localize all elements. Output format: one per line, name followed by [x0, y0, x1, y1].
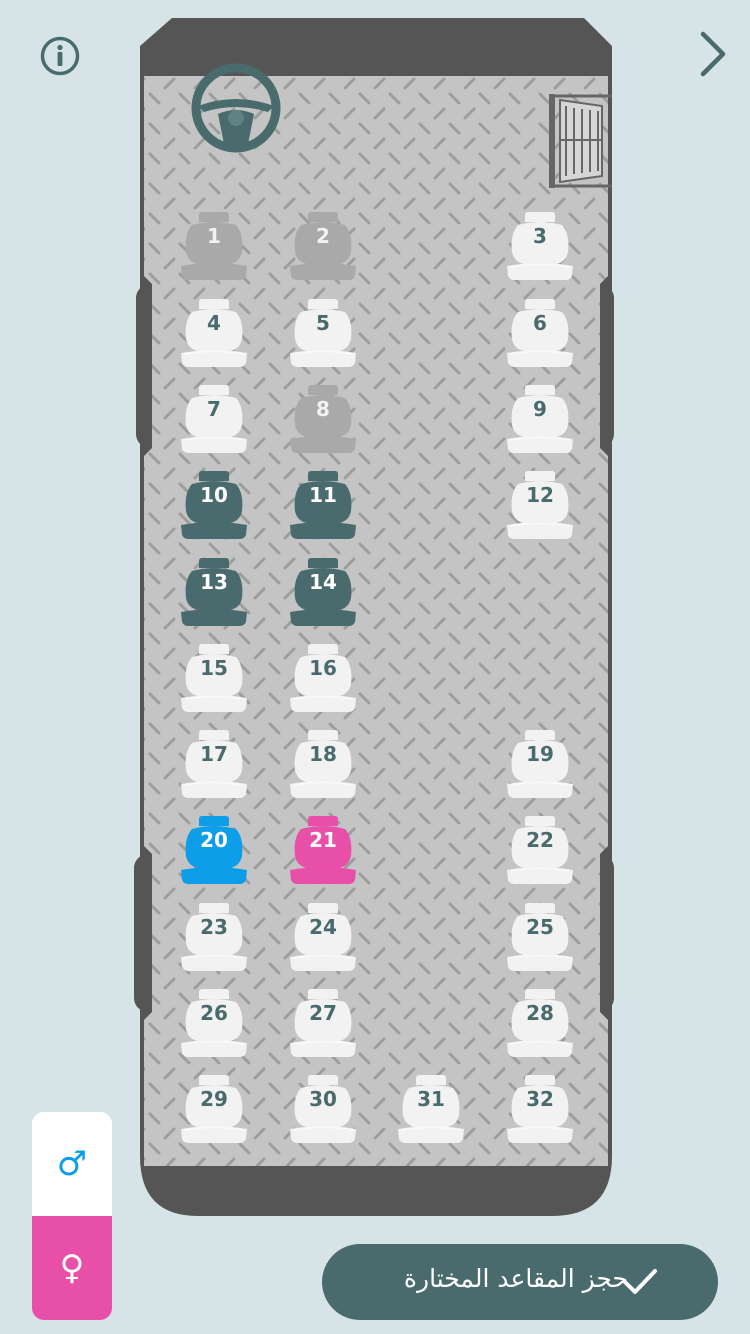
- seat-21[interactable]: 21: [289, 814, 357, 886]
- seat-18[interactable]: 18: [289, 728, 357, 800]
- seat-number: 8: [316, 397, 330, 421]
- check-icon: [623, 1269, 657, 1294]
- book-selected-seats-button[interactable]: حجز المقاعد المختارة: [322, 1244, 718, 1320]
- seat-32[interactable]: 32: [506, 1073, 574, 1145]
- chevron-right-icon: [700, 31, 726, 77]
- seat-number: 16: [309, 656, 337, 680]
- seat-22[interactable]: 22: [506, 814, 574, 886]
- next-button[interactable]: [694, 30, 734, 78]
- seat-number: 24: [309, 915, 337, 939]
- seat-8[interactable]: 8: [289, 383, 357, 455]
- seat-16[interactable]: 16: [289, 642, 357, 714]
- seat-number: 17: [200, 742, 228, 766]
- seat-4[interactable]: 4: [180, 297, 248, 369]
- seat-number: 2: [316, 224, 330, 248]
- seat-number: 5: [316, 311, 330, 335]
- seat-number: 21: [309, 828, 337, 852]
- gender-selector: ♂ ♀: [32, 1112, 112, 1320]
- seat-number: 4: [207, 311, 221, 335]
- seat-27[interactable]: 27: [289, 987, 357, 1059]
- seat-number: 26: [200, 1001, 228, 1025]
- seat-13[interactable]: 13: [180, 556, 248, 628]
- seat-number: 32: [526, 1087, 554, 1111]
- seat-23[interactable]: 23: [180, 901, 248, 973]
- seat-26[interactable]: 26: [180, 987, 248, 1059]
- seat-number: 18: [309, 742, 337, 766]
- seat-2[interactable]: 2: [289, 210, 357, 282]
- book-button-label: حجز المقاعد المختارة: [403, 1264, 628, 1293]
- seat-28[interactable]: 28: [506, 987, 574, 1059]
- seat-number: 23: [200, 915, 228, 939]
- seat-29[interactable]: 29: [180, 1073, 248, 1145]
- info-icon: [40, 36, 80, 76]
- male-option-button[interactable]: ♂: [32, 1112, 112, 1216]
- seat-number: 14: [309, 570, 337, 594]
- steering-wheel-icon: [191, 63, 281, 153]
- seat-11[interactable]: 11: [289, 469, 357, 541]
- seat-number: 6: [533, 311, 547, 335]
- seat-number: 25: [526, 915, 554, 939]
- seat-31[interactable]: 31: [397, 1073, 465, 1145]
- seat-number: 20: [200, 828, 228, 852]
- seat-number: 11: [309, 483, 337, 507]
- info-button[interactable]: [40, 36, 80, 76]
- seat-number: 31: [417, 1087, 445, 1111]
- seat-number: 3: [533, 224, 547, 248]
- bus-seat-map: 1 2 3 4 5 6 7 8 9 10 11 12 13 14 15 16 17 18 19 20 21 22 23 24 2…: [132, 16, 618, 1220]
- seat-24[interactable]: 24: [289, 901, 357, 973]
- seat-number: 28: [526, 1001, 554, 1025]
- seat-17[interactable]: 17: [180, 728, 248, 800]
- seat-9[interactable]: 9: [506, 383, 574, 455]
- female-icon: ♀: [59, 1248, 85, 1288]
- seat-number: 12: [526, 483, 554, 507]
- seat-12[interactable]: 12: [506, 469, 574, 541]
- seat-number: 22: [526, 828, 554, 852]
- seat-number: 19: [526, 742, 554, 766]
- male-icon: ♂: [56, 1144, 88, 1184]
- seat-number: 7: [207, 397, 221, 421]
- door-stairs-icon: [549, 94, 612, 188]
- seat-20[interactable]: 20: [180, 814, 248, 886]
- seat-14[interactable]: 14: [289, 556, 357, 628]
- seat-number: 29: [200, 1087, 228, 1111]
- seat-30[interactable]: 30: [289, 1073, 357, 1145]
- seat-number: 27: [309, 1001, 337, 1025]
- seat-3[interactable]: 3: [506, 210, 574, 282]
- seat-19[interactable]: 19: [506, 728, 574, 800]
- seat-number: 10: [200, 483, 228, 507]
- seat-number: 13: [200, 570, 228, 594]
- female-option-button[interactable]: ♀: [32, 1216, 112, 1320]
- seat-5[interactable]: 5: [289, 297, 357, 369]
- seat-1[interactable]: 1: [180, 210, 248, 282]
- seat-number: 30: [309, 1087, 337, 1111]
- seat-6[interactable]: 6: [506, 297, 574, 369]
- seat-number: 1: [207, 224, 221, 248]
- seat-10[interactable]: 10: [180, 469, 248, 541]
- seat-15[interactable]: 15: [180, 642, 248, 714]
- seat-7[interactable]: 7: [180, 383, 248, 455]
- seat-number: 9: [533, 397, 547, 421]
- seat-number: 15: [200, 656, 228, 680]
- seat-25[interactable]: 25: [506, 901, 574, 973]
